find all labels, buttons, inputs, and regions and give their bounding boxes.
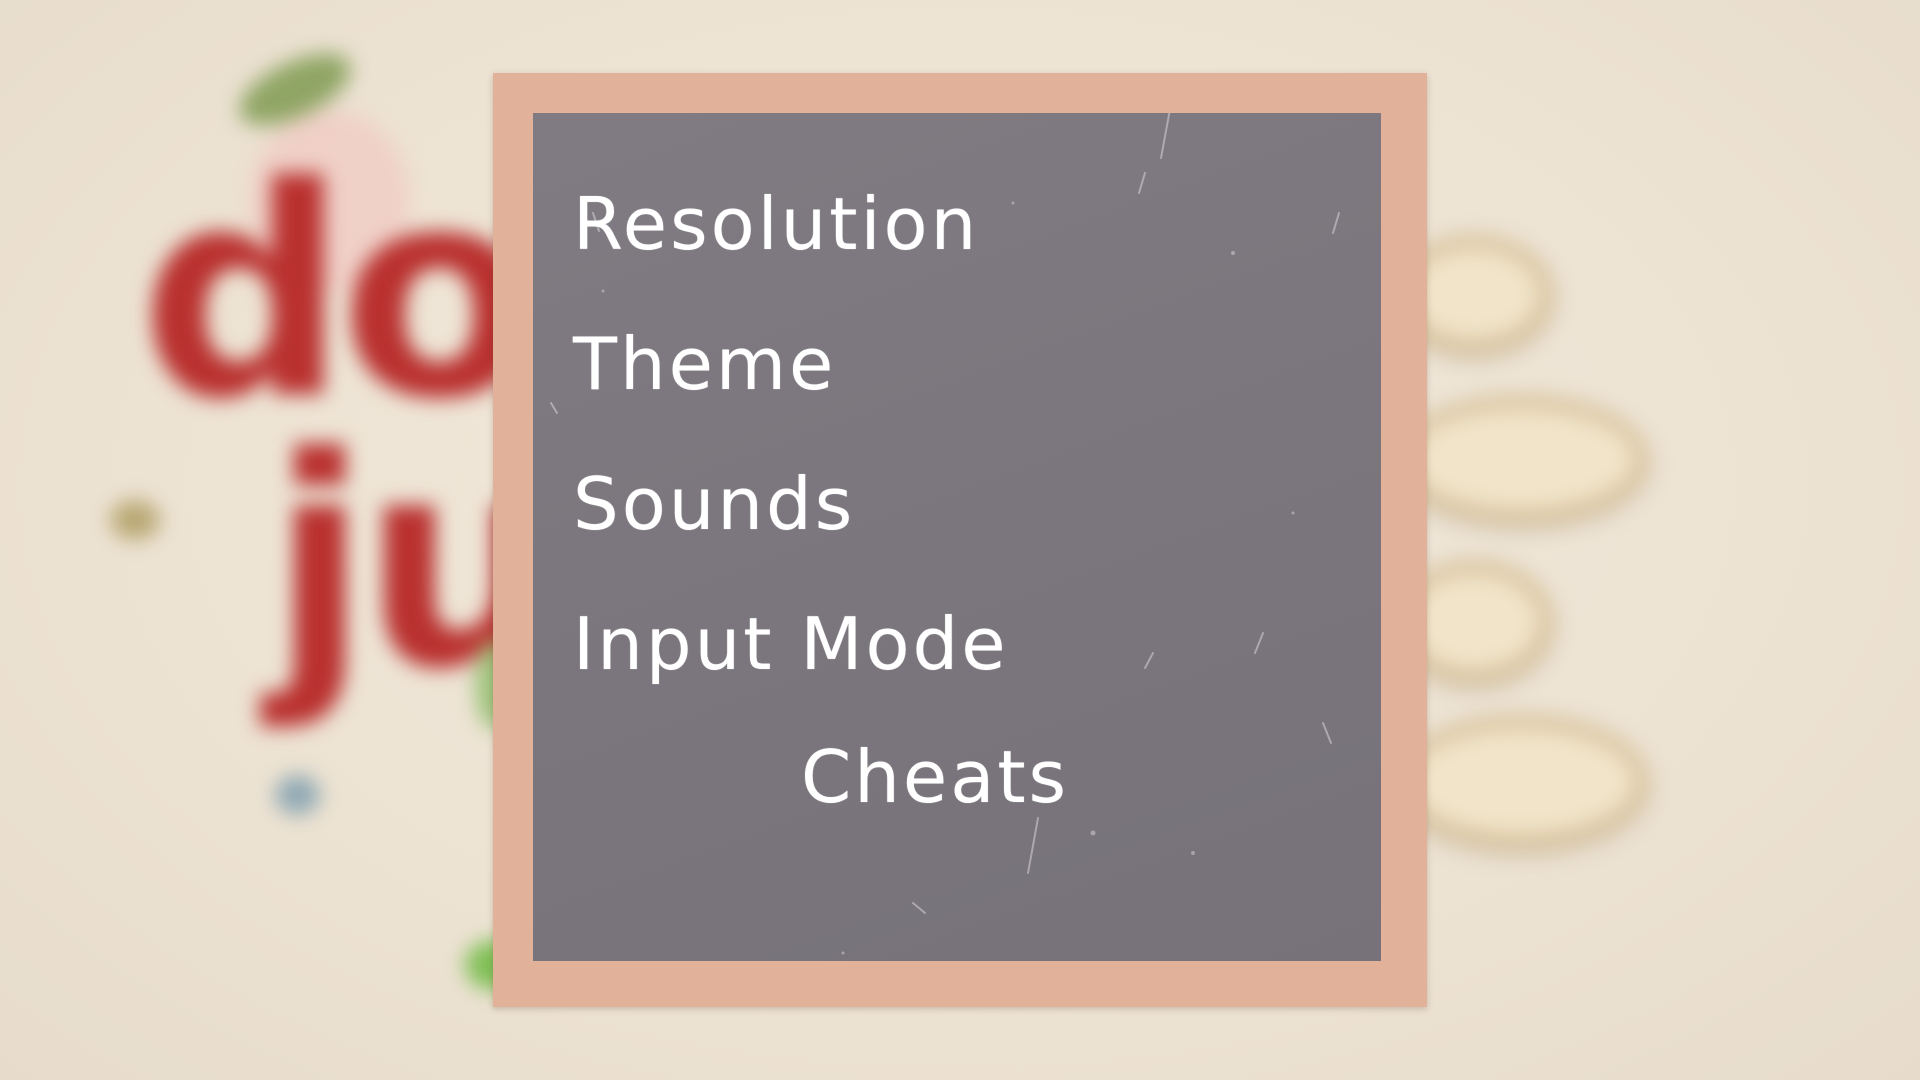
background-menu-button: [1395, 395, 1648, 523]
background-menu-button: [1395, 715, 1648, 848]
background-dot: [275, 775, 320, 815]
options-menu-chalkboard: Resolution Theme Sounds Input Mode Cheat…: [533, 113, 1381, 961]
game-screen: doo ju Resolution Theme Sounds Input Mod…: [0, 0, 1920, 1080]
menu-item-input-mode[interactable]: Input Mode: [573, 608, 1009, 680]
options-menu-frame: Resolution Theme Sounds Input Mode Cheat…: [493, 73, 1427, 1007]
menu-item-cheats[interactable]: Cheats: [801, 741, 1069, 813]
menu-item-resolution[interactable]: Resolution: [573, 188, 979, 260]
menu-item-sounds[interactable]: Sounds: [573, 468, 855, 540]
background-dot: [110, 500, 160, 540]
menu-item-theme[interactable]: Theme: [573, 328, 836, 400]
